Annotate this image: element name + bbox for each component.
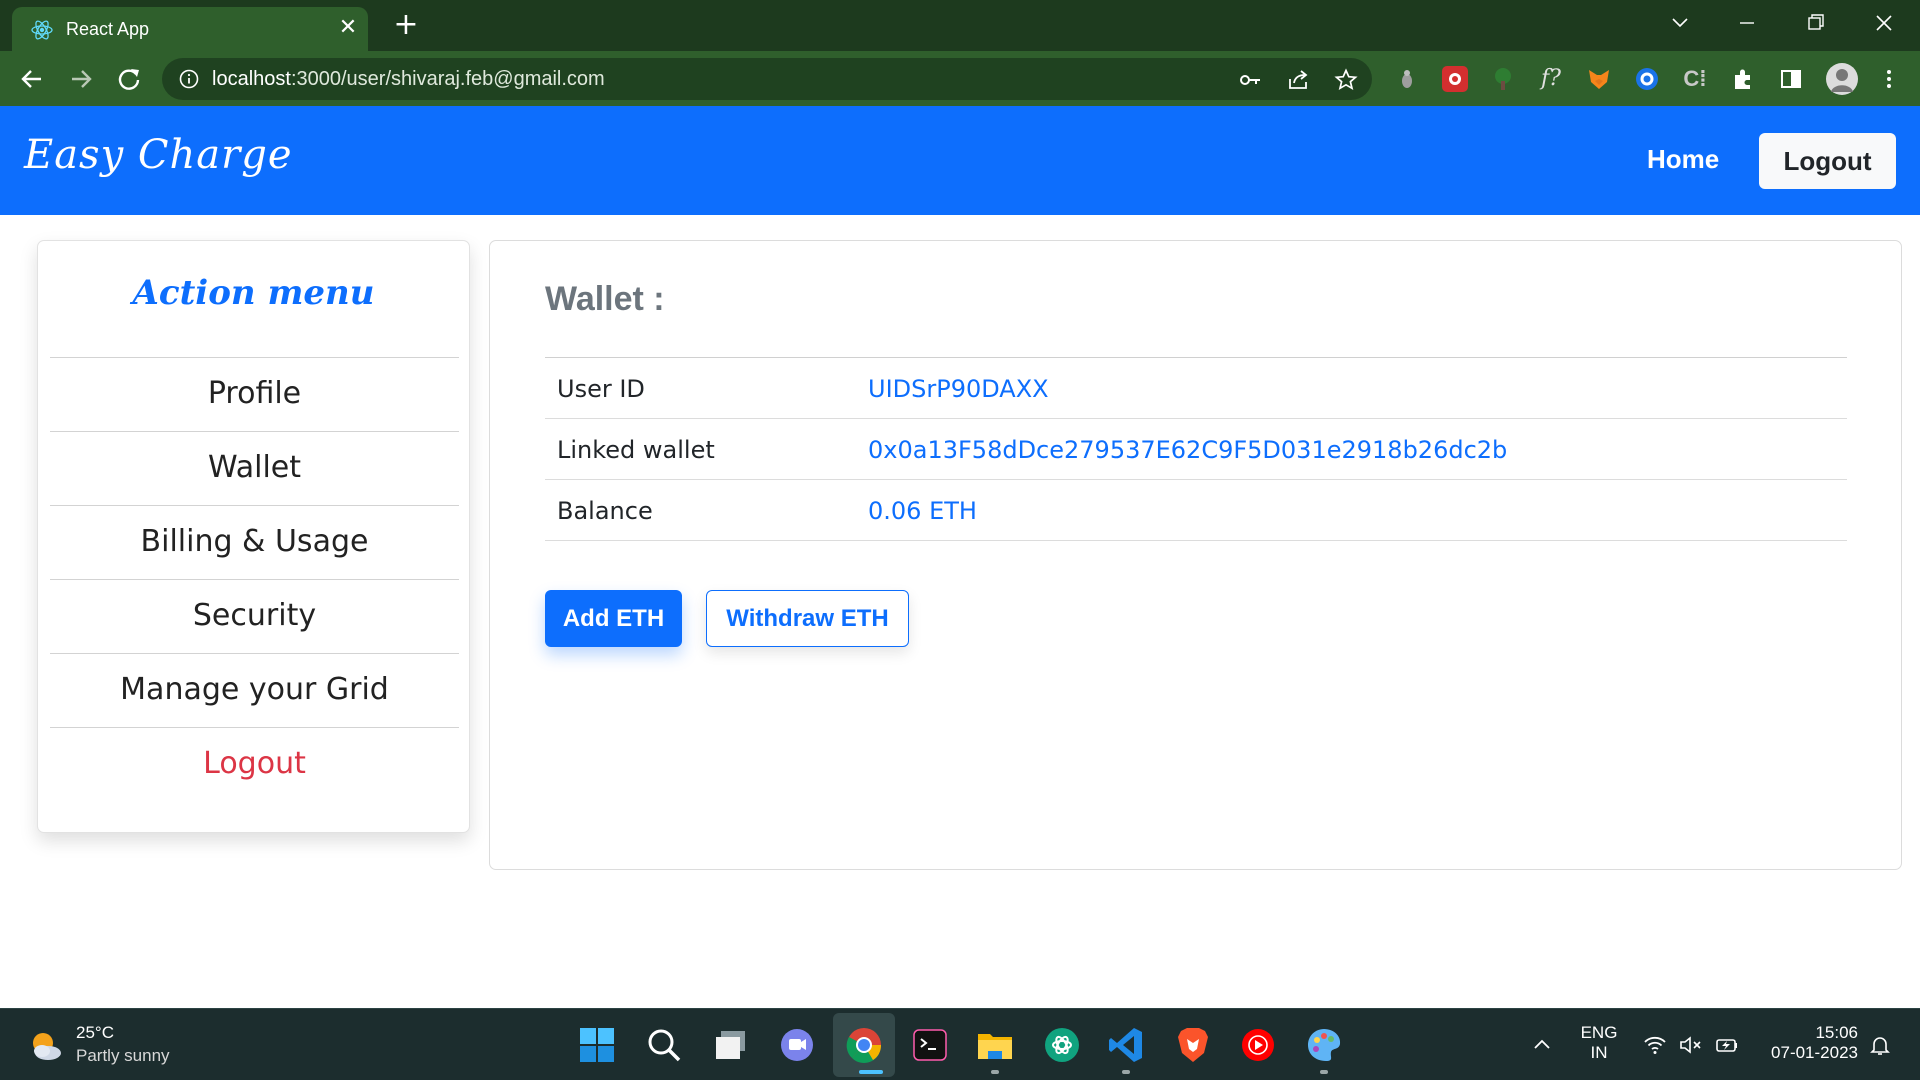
running-indicator xyxy=(1122,1070,1130,1074)
teams-chat-icon[interactable] xyxy=(777,1025,817,1065)
back-arrow-icon[interactable] xyxy=(15,62,49,96)
region-code: IN xyxy=(1590,1043,1608,1062)
nav-home-link[interactable]: Home xyxy=(1647,144,1719,175)
table-row: User ID UIDSrP90DAXX xyxy=(545,358,1847,419)
extension-tree-icon[interactable] xyxy=(1490,66,1516,92)
address-bar[interactable]: localhost:3000/user/shivaraj.feb@gmail.c… xyxy=(162,58,1372,100)
chatgpt-icon[interactable] xyxy=(1042,1025,1082,1065)
chrome-menu-icon[interactable] xyxy=(1876,66,1902,92)
language-code: ENG xyxy=(1580,1023,1618,1042)
extension-c-icon[interactable]: C⁞ xyxy=(1682,66,1708,92)
menu-item-profile[interactable]: Profile xyxy=(50,357,459,431)
chrome-icon[interactable] xyxy=(844,1025,884,1065)
volume-muted-icon[interactable] xyxy=(1679,1033,1703,1057)
add-eth-button[interactable]: Add ETH xyxy=(545,590,682,647)
site-info-icon[interactable] xyxy=(178,68,200,90)
action-menu-list: Profile Wallet Billing & Usage Security … xyxy=(50,357,459,801)
nav-logout-button[interactable]: Logout xyxy=(1759,133,1896,189)
weather-temperature: 25°C xyxy=(76,1023,114,1042)
restore-icon[interactable] xyxy=(1797,8,1833,38)
tab-search-chevron-icon[interactable] xyxy=(1662,8,1698,38)
side-panel-icon[interactable] xyxy=(1778,66,1804,92)
close-tab-icon[interactable]: ✕ xyxy=(336,16,360,40)
extension-blue-circle-icon[interactable] xyxy=(1634,66,1660,92)
password-key-icon[interactable] xyxy=(1238,68,1262,92)
menu-item-manage-grid[interactable]: Manage your Grid xyxy=(50,653,459,727)
wallet-card: Wallet : User ID UIDSrP90DAXX Linked wal… xyxy=(489,240,1902,870)
bookmark-star-icon[interactable] xyxy=(1334,68,1358,92)
clock-date: 07-01-2023 xyxy=(1771,1043,1858,1062)
paint-palette-icon[interactable] xyxy=(1304,1025,1344,1065)
clock-time: 15:06 xyxy=(1815,1023,1858,1042)
reload-icon[interactable] xyxy=(112,62,146,96)
clock[interactable]: 15:06 07-01-2023 xyxy=(1752,1023,1858,1063)
react-icon xyxy=(31,20,53,40)
profile-avatar[interactable] xyxy=(1826,63,1858,95)
action-menu-title: Action menu xyxy=(132,273,375,313)
extension-gray-icon[interactable] xyxy=(1394,66,1420,92)
wallet-details-table: User ID UIDSrP90DAXX Linked wallet 0x0a1… xyxy=(545,358,1847,541)
linked-wallet-value: 0x0a13F58dDce279537E62C9F5D031e2918b26dc… xyxy=(868,436,1508,464)
url-host: localhost xyxy=(212,68,291,90)
app-navbar: Easy Charge Home Logout xyxy=(0,106,1920,215)
forward-arrow-icon[interactable] xyxy=(64,62,98,96)
windows-taskbar: 25°C Partly sunny ENG IN 15:06 07-01-202… xyxy=(0,1008,1920,1080)
menu-item-wallet[interactable]: Wallet xyxy=(50,431,459,505)
terminal-icon[interactable] xyxy=(910,1025,950,1065)
menu-item-billing-usage[interactable]: Billing & Usage xyxy=(50,505,459,579)
running-indicator xyxy=(1320,1070,1328,1074)
youtube-music-icon[interactable] xyxy=(1238,1025,1278,1065)
table-row: Linked wallet 0x0a13F58dDce279537E62C9F5… xyxy=(545,419,1847,480)
partly-sunny-icon[interactable] xyxy=(28,1030,64,1062)
task-view-icon[interactable] xyxy=(711,1025,751,1065)
linked-wallet-label: Linked wallet xyxy=(557,436,715,464)
balance-label: Balance xyxy=(557,497,653,525)
share-icon[interactable] xyxy=(1286,68,1310,92)
search-icon[interactable] xyxy=(644,1025,684,1065)
active-indicator xyxy=(859,1070,883,1074)
withdraw-eth-button[interactable]: Withdraw ETH xyxy=(706,590,909,647)
extension-red-icon[interactable] xyxy=(1442,66,1468,92)
extension-function-icon[interactable]: f? xyxy=(1538,66,1564,92)
metamask-fox-icon[interactable] xyxy=(1586,66,1612,92)
running-indicator xyxy=(991,1070,999,1074)
browser-tab[interactable]: React App ✕ xyxy=(12,7,368,51)
window-close-icon[interactable] xyxy=(1866,8,1902,38)
menu-item-security[interactable]: Security xyxy=(50,579,459,653)
windows-start-icon[interactable] xyxy=(577,1025,617,1065)
vscode-icon[interactable] xyxy=(1106,1025,1146,1065)
file-explorer-icon[interactable] xyxy=(975,1025,1015,1065)
user-id-value: UIDSrP90DAXX xyxy=(868,375,1049,403)
extensions-puzzle-icon[interactable] xyxy=(1730,66,1756,92)
url-path: :3000/user/shivaraj.feb@gmail.com xyxy=(290,68,605,90)
brand-logo[interactable]: Easy Charge xyxy=(24,132,293,178)
brave-browser-icon[interactable] xyxy=(1173,1025,1213,1065)
tab-title: React App xyxy=(66,19,150,39)
wallet-title: Wallet : xyxy=(545,280,665,318)
show-hidden-icons-chevron-icon[interactable] xyxy=(1530,1033,1554,1057)
user-id-label: User ID xyxy=(557,375,645,403)
menu-item-logout[interactable]: Logout xyxy=(50,727,459,801)
new-tab-icon[interactable]: + xyxy=(392,10,420,40)
minimize-icon[interactable] xyxy=(1729,8,1765,38)
weather-description: Partly sunny xyxy=(76,1046,170,1065)
notifications-bell-icon[interactable] xyxy=(1868,1033,1892,1057)
language-indicator[interactable]: ENG IN xyxy=(1576,1023,1622,1063)
table-row: Balance 0.06 ETH xyxy=(545,480,1847,541)
wifi-icon[interactable] xyxy=(1643,1033,1667,1057)
browser-toolbar: localhost:3000/user/shivaraj.feb@gmail.c… xyxy=(0,51,1920,106)
battery-charging-icon[interactable] xyxy=(1715,1033,1739,1057)
balance-value: 0.06 ETH xyxy=(868,497,977,525)
action-menu-card: Action menu Profile Wallet Billing & Usa… xyxy=(37,240,470,833)
browser-tab-strip: React App ✕ + xyxy=(0,0,1920,51)
url-text[interactable]: localhost:3000/user/shivaraj.feb@gmail.c… xyxy=(212,68,605,91)
